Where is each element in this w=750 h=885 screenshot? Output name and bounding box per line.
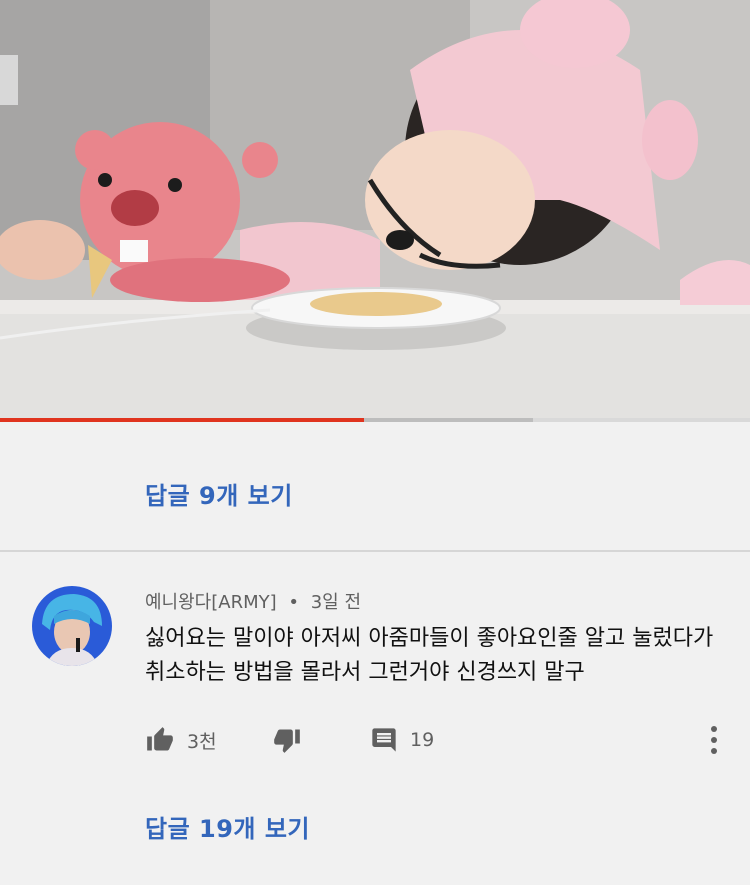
video-player[interactable]	[0, 0, 750, 418]
divider	[0, 550, 750, 552]
reply-count: 19	[410, 729, 435, 751]
meta-separator: •	[288, 592, 299, 613]
more-vertical-icon	[711, 726, 717, 754]
view-replies-link-2[interactable]: 답글 19개 보기	[145, 809, 310, 844]
comment-icon	[372, 728, 396, 752]
like-count: 3천	[187, 730, 217, 753]
comment-author[interactable]: 예니왕다[ARMY]	[145, 592, 277, 613]
thumbs-down-icon	[274, 729, 300, 753]
dislike-button[interactable]	[272, 722, 302, 758]
more-options-button[interactable]	[700, 722, 728, 758]
avatar-image	[32, 586, 112, 666]
avatar[interactable]	[32, 586, 112, 666]
thumbs-up-icon	[147, 727, 173, 751]
comment-meta: 예니왕다[ARMY] • 3일 전	[145, 588, 361, 614]
comment-text: 싫어요는 말이야 아저씨 아줌마들이 좋아요인줄 알고 눌렀다가 취소하는 방법…	[145, 626, 714, 685]
video-progress-bar[interactable]	[0, 418, 750, 422]
view-replies-link-1[interactable]: 답글 9개 보기	[145, 476, 293, 511]
video-frame	[0, 0, 750, 418]
like-button[interactable]: 3천	[145, 722, 217, 758]
comment-time: 3일 전	[310, 592, 362, 613]
played-bar	[0, 418, 364, 422]
reply-button[interactable]: 19	[370, 722, 434, 758]
